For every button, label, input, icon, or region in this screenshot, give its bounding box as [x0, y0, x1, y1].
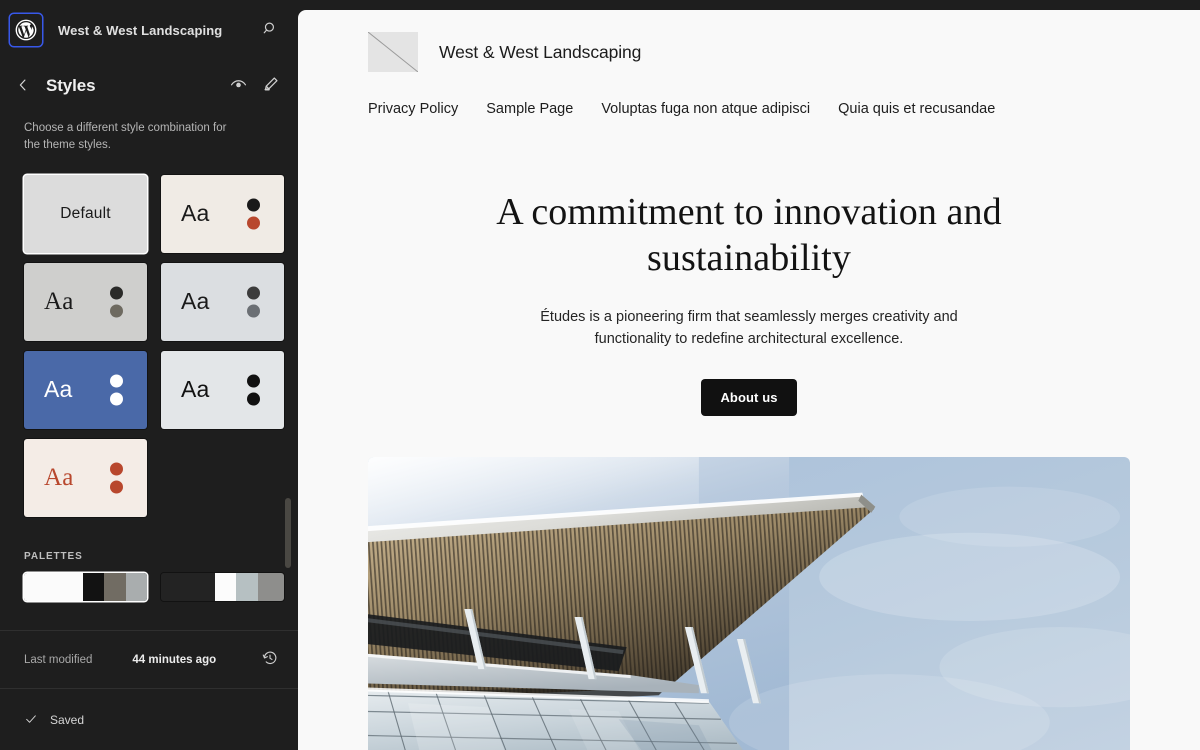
- preview-canvas-area: West & West Landscaping Privacy Policy Sa…: [298, 0, 1200, 750]
- palette-swatch: [215, 573, 236, 601]
- back-button[interactable]: [6, 69, 40, 103]
- style-variation-card[interactable]: Aa: [161, 351, 284, 429]
- nav-link[interactable]: Quia quis et recusandae: [838, 101, 995, 117]
- styles-scroll-region: Default Aa Aa Aa Aa Aa Aa Palettes: [0, 155, 298, 631]
- style-variation-label: Aa: [181, 290, 210, 313]
- palette-swatch-group[interactable]: [24, 573, 147, 601]
- palette-swatch: [258, 573, 284, 601]
- hero-image[interactable]: [368, 457, 1130, 750]
- style-variation-color-dots: [247, 198, 260, 229]
- site-content: West & West Landscaping Privacy Policy Sa…: [298, 10, 1200, 750]
- style-variation-card[interactable]: Aa: [24, 263, 147, 341]
- palette-swatch: [161, 573, 215, 601]
- palettes-label: Palettes: [24, 551, 274, 562]
- color-dot: [247, 216, 260, 229]
- sidebar-top-bar: West & West Landscaping: [0, 0, 298, 60]
- palettes-section: Palettes: [0, 517, 298, 601]
- last-modified-value: 44 minutes ago: [132, 654, 216, 666]
- last-modified-row: Last modified 44 minutes ago: [0, 630, 298, 688]
- style-variation-color-dots: [110, 374, 123, 405]
- site-brand-name: West & West Landscaping: [439, 42, 641, 63]
- style-variation-card[interactable]: Aa: [161, 263, 284, 341]
- palette-swatch: [24, 573, 83, 601]
- hero-title: A commitment to innovation and sustainab…: [489, 189, 1009, 282]
- chevron-left-icon: [14, 76, 32, 97]
- save-status-label: Saved: [50, 713, 84, 727]
- style-variation-color-dots: [247, 374, 260, 405]
- nav-link[interactable]: Sample Page: [486, 101, 573, 117]
- wordpress-logo-button[interactable]: [10, 14, 42, 46]
- palette-swatch: [126, 573, 147, 601]
- color-dot: [247, 198, 260, 211]
- color-dot: [110, 392, 123, 405]
- nav-link[interactable]: Privacy Policy: [368, 101, 458, 117]
- palette-swatch-group[interactable]: [161, 573, 284, 601]
- eye-icon: [229, 75, 248, 97]
- nav-link[interactable]: Voluptas fuga non atque adipisci: [601, 101, 810, 117]
- page-title: Styles: [46, 76, 96, 96]
- revision-history-button[interactable]: [254, 644, 286, 676]
- color-dot: [110, 304, 123, 317]
- style-variation-label: Aa: [44, 465, 74, 490]
- style-variation-color-dots: [110, 462, 123, 493]
- search-icon: [262, 20, 279, 40]
- color-dot: [110, 462, 123, 475]
- about-us-button[interactable]: About us: [701, 379, 796, 416]
- sidebar-scrollbar-thumb[interactable]: [285, 498, 291, 568]
- color-dot: [247, 392, 260, 405]
- check-icon: [24, 712, 38, 728]
- style-variation-color-dots: [110, 286, 123, 317]
- pencil-icon: [261, 75, 280, 97]
- palette-swatch: [104, 573, 126, 601]
- style-variation-label: Aa: [181, 202, 210, 225]
- style-variation-card[interactable]: Aa: [24, 351, 147, 429]
- style-variation-label: Aa: [44, 378, 73, 401]
- edit-styles-button[interactable]: [254, 70, 286, 102]
- style-variation-label: Aa: [181, 378, 210, 401]
- color-dot: [247, 286, 260, 299]
- palette-swatch: [236, 573, 258, 601]
- color-dot: [247, 304, 260, 317]
- save-status-row[interactable]: Saved: [0, 688, 298, 750]
- color-dot: [110, 286, 123, 299]
- revision-history-icon: [261, 649, 279, 670]
- site-preview-frame[interactable]: West & West Landscaping Privacy Policy Sa…: [298, 10, 1200, 750]
- search-button[interactable]: [254, 14, 286, 46]
- style-variation-card[interactable]: Aa: [24, 439, 147, 517]
- style-variation-card[interactable]: Default: [24, 175, 147, 253]
- hero-section: A commitment to innovation and sustainab…: [368, 117, 1130, 416]
- sidebar-scrollbar-track[interactable]: [285, 183, 291, 533]
- sidebar-site-title: West & West Landscaping: [58, 23, 222, 38]
- styles-panel-header: Styles: [0, 60, 298, 106]
- site-navigation: Privacy Policy Sample Page Voluptas fuga n…: [368, 101, 1130, 117]
- color-dot: [110, 480, 123, 493]
- editor-sidebar: West & West Landscaping Style: [0, 0, 298, 750]
- style-variation-label: Default: [24, 205, 147, 223]
- style-variation-card[interactable]: Aa: [161, 175, 284, 253]
- style-variations-grid: Default Aa Aa Aa Aa Aa Aa: [0, 175, 298, 517]
- image-placeholder-icon: [368, 32, 418, 72]
- wordpress-logo-icon: [15, 19, 37, 41]
- palette-swatch: [83, 573, 104, 601]
- palettes-grid: [24, 573, 274, 601]
- site-editor-window: West & West Landscaping Style: [0, 0, 1200, 750]
- style-book-button[interactable]: [222, 70, 254, 102]
- last-modified-label: Last modified: [24, 654, 92, 666]
- styles-panel-description: Choose a different style combination for…: [0, 106, 262, 155]
- styles-panel-footer: Last modified 44 minutes ago: [0, 630, 298, 750]
- hero-subtitle: Études is a pioneering firm that seamles…: [525, 306, 973, 350]
- color-dot: [247, 374, 260, 387]
- site-branding[interactable]: West & West Landscaping: [368, 32, 1130, 72]
- style-variation-color-dots: [247, 286, 260, 317]
- color-dot: [110, 374, 123, 387]
- style-variation-label: Aa: [44, 289, 74, 314]
